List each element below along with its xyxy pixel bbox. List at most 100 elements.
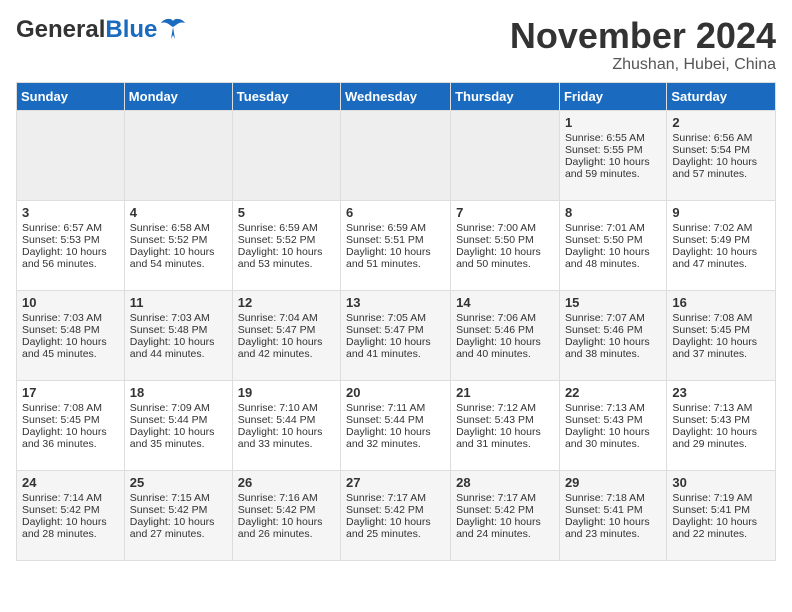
sunrise: Sunrise: 7:17 AM bbox=[456, 492, 536, 504]
calendar-cell bbox=[17, 110, 125, 200]
day-number: 12 bbox=[238, 295, 335, 310]
sunset: Sunset: 5:46 PM bbox=[456, 324, 534, 336]
sunset: Sunset: 5:48 PM bbox=[130, 324, 208, 336]
logo-bird-icon bbox=[159, 17, 187, 39]
calendar-cell: 16Sunrise: 7:08 AMSunset: 5:45 PMDayligh… bbox=[667, 290, 776, 380]
day-number: 22 bbox=[565, 385, 661, 400]
daylight: Daylight: 10 hours and 40 minutes. bbox=[456, 336, 541, 360]
sunrise: Sunrise: 6:55 AM bbox=[565, 132, 645, 144]
title-block: November 2024 Zhushan, Hubei, China bbox=[510, 16, 776, 74]
daylight: Daylight: 10 hours and 44 minutes. bbox=[130, 336, 215, 360]
daylight: Daylight: 10 hours and 31 minutes. bbox=[456, 426, 541, 450]
week-row-2: 3Sunrise: 6:57 AMSunset: 5:53 PMDaylight… bbox=[17, 200, 776, 290]
sunrise: Sunrise: 7:09 AM bbox=[130, 402, 210, 414]
daylight: Daylight: 10 hours and 56 minutes. bbox=[22, 246, 107, 270]
sunset: Sunset: 5:41 PM bbox=[565, 504, 643, 516]
sunset: Sunset: 5:41 PM bbox=[672, 504, 750, 516]
col-header-monday: Monday bbox=[124, 82, 232, 110]
day-number: 24 bbox=[22, 475, 119, 490]
calendar-cell: 7Sunrise: 7:00 AMSunset: 5:50 PMDaylight… bbox=[451, 200, 560, 290]
day-number: 16 bbox=[672, 295, 770, 310]
day-number: 14 bbox=[456, 295, 554, 310]
sunset: Sunset: 5:47 PM bbox=[346, 324, 424, 336]
sunrise: Sunrise: 7:03 AM bbox=[22, 312, 102, 324]
sunrise: Sunrise: 7:16 AM bbox=[238, 492, 318, 504]
calendar-cell: 20Sunrise: 7:11 AMSunset: 5:44 PMDayligh… bbox=[341, 380, 451, 470]
day-number: 4 bbox=[130, 205, 227, 220]
daylight: Daylight: 10 hours and 28 minutes. bbox=[22, 516, 107, 540]
day-number: 17 bbox=[22, 385, 119, 400]
calendar-table: SundayMondayTuesdayWednesdayThursdayFrid… bbox=[16, 82, 776, 561]
sunrise: Sunrise: 7:00 AM bbox=[456, 222, 536, 234]
day-number: 21 bbox=[456, 385, 554, 400]
sunset: Sunset: 5:42 PM bbox=[456, 504, 534, 516]
calendar-cell: 29 Sunrise: 7:18 AMSunset: 5:41 PMDayligh… bbox=[559, 470, 666, 560]
sunset: Sunset: 5:50 PM bbox=[456, 234, 534, 246]
week-row-4: 17Sunrise: 7:08 AMSunset: 5:45 PMDayligh… bbox=[17, 380, 776, 470]
sunset: Sunset: 5:50 PM bbox=[565, 234, 643, 246]
day-number: 8 bbox=[565, 205, 661, 220]
calendar-cell: 11Sunrise: 7:03 AMSunset: 5:48 PMDayligh… bbox=[124, 290, 232, 380]
calendar-cell: 17Sunrise: 7:08 AMSunset: 5:45 PMDayligh… bbox=[17, 380, 125, 470]
daylight: Daylight: 10 hours and 51 minutes. bbox=[346, 246, 431, 270]
daylight: Daylight: 10 hours and 57 minutes. bbox=[672, 156, 757, 180]
col-header-friday: Friday bbox=[559, 82, 666, 110]
daylight: Daylight: 10 hours and 38 minutes. bbox=[565, 336, 650, 360]
day-number: 26 bbox=[238, 475, 335, 490]
daylight: Daylight: 10 hours and 24 minutes. bbox=[456, 516, 541, 540]
calendar-cell: 22Sunrise: 7:13 AMSunset: 5:43 PMDayligh… bbox=[559, 380, 666, 470]
calendar-cell: 24Sunrise: 7:14 AMSunset: 5:42 PMDayligh… bbox=[17, 470, 125, 560]
daylight: Daylight: 10 hours and 42 minutes. bbox=[238, 336, 323, 360]
daylight: Daylight: 10 hours and 36 minutes. bbox=[22, 426, 107, 450]
daylight: Daylight: 10 hours and 45 minutes. bbox=[22, 336, 107, 360]
col-header-tuesday: Tuesday bbox=[232, 82, 340, 110]
month-title: November 2024 bbox=[510, 16, 776, 56]
sunrise: Sunrise: 7:07 AM bbox=[565, 312, 645, 324]
sunset: Sunset: 5:42 PM bbox=[346, 504, 424, 516]
day-number: 29 bbox=[565, 475, 661, 490]
calendar-cell: 10Sunrise: 7:03 AMSunset: 5:48 PMDayligh… bbox=[17, 290, 125, 380]
sunrise: Sunrise: 7:13 AM bbox=[565, 402, 645, 414]
location: Zhushan, Hubei, China bbox=[510, 56, 776, 74]
week-row-1: 1Sunrise: 6:55 AMSunset: 5:55 PMDaylight… bbox=[17, 110, 776, 200]
sunrise: Sunrise: 7:02 AM bbox=[672, 222, 752, 234]
day-number: 7 bbox=[456, 205, 554, 220]
sunset: Sunset: 5:51 PM bbox=[346, 234, 424, 246]
daylight: Daylight: 10 hours and 53 minutes. bbox=[238, 246, 323, 270]
day-number: 6 bbox=[346, 205, 445, 220]
sunset: Sunset: 5:44 PM bbox=[346, 414, 424, 426]
daylight: Daylight: 10 hours and 29 minutes. bbox=[672, 426, 757, 450]
calendar-cell: 3Sunrise: 6:57 AMSunset: 5:53 PMDaylight… bbox=[17, 200, 125, 290]
calendar-cell bbox=[232, 110, 340, 200]
calendar-cell: 12Sunrise: 7:04 AMSunset: 5:47 PMDayligh… bbox=[232, 290, 340, 380]
day-number: 30 bbox=[672, 475, 770, 490]
sunrise: Sunrise: 7:12 AM bbox=[456, 402, 536, 414]
day-number: 2 bbox=[672, 115, 770, 130]
calendar-cell: 30Sunrise: 7:19 AMSunset: 5:41 PMDayligh… bbox=[667, 470, 776, 560]
col-header-saturday: Saturday bbox=[667, 82, 776, 110]
calendar-cell: 19Sunrise: 7:10 AMSunset: 5:44 PMDayligh… bbox=[232, 380, 340, 470]
sunrise: Sunrise: 7:05 AM bbox=[346, 312, 426, 324]
logo-blue: Blue bbox=[105, 16, 157, 44]
page-header: General Blue November 2024 Zhushan, Hube… bbox=[16, 16, 776, 74]
sunrise: Sunrise: 6:59 AM bbox=[346, 222, 426, 234]
day-number: 3 bbox=[22, 205, 119, 220]
calendar-cell: 5Sunrise: 6:59 AMSunset: 5:52 PMDaylight… bbox=[232, 200, 340, 290]
sunrise: Sunrise: 7:03 AM bbox=[130, 312, 210, 324]
sunrise: Sunrise: 7:06 AM bbox=[456, 312, 536, 324]
daylight: Daylight: 10 hours and 30 minutes. bbox=[565, 426, 650, 450]
day-number: 20 bbox=[346, 385, 445, 400]
sunset: Sunset: 5:54 PM bbox=[672, 144, 750, 156]
calendar-cell: 14 Sunrise: 7:06 AMSunset: 5:46 PMDayligh… bbox=[451, 290, 560, 380]
calendar-header-row: SundayMondayTuesdayWednesdayThursdayFrid… bbox=[17, 82, 776, 110]
sunrise: Sunrise: 7:01 AM bbox=[565, 222, 645, 234]
day-number: 9 bbox=[672, 205, 770, 220]
sunrise: Sunrise: 7:18 AM bbox=[565, 492, 645, 504]
logo-general: General bbox=[16, 16, 105, 44]
day-number: 27 bbox=[346, 475, 445, 490]
daylight: Daylight: 10 hours and 48 minutes. bbox=[565, 246, 650, 270]
calendar-cell: 2Sunrise: 6:56 AMSunset: 5:54 PMDaylight… bbox=[667, 110, 776, 200]
calendar-cell: 6 Sunrise: 6:59 AMSunset: 5:51 PMDaylight… bbox=[341, 200, 451, 290]
calendar-cell bbox=[341, 110, 451, 200]
daylight: Daylight: 10 hours and 23 minutes. bbox=[565, 516, 650, 540]
